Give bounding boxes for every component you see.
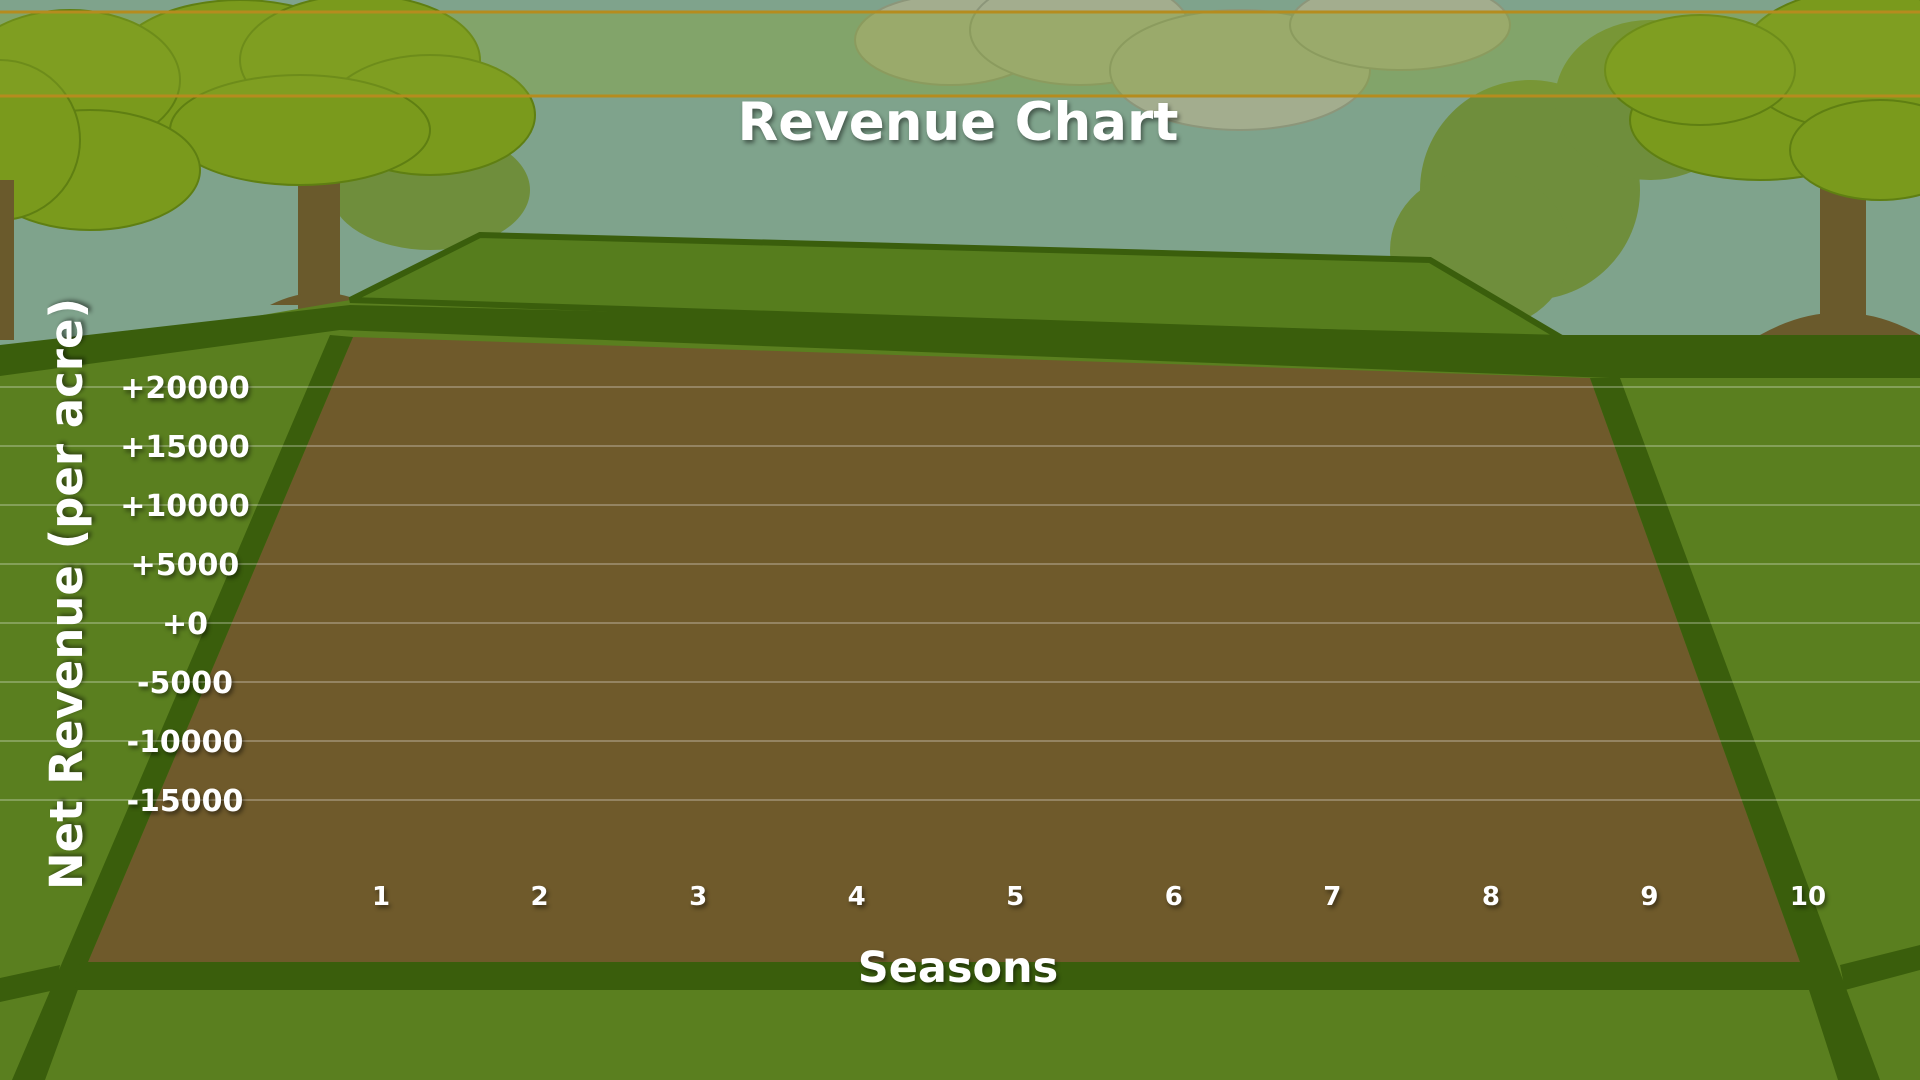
x-tick-label: 6 [1165,882,1183,912]
x-tick-label: 2 [531,882,549,912]
x-tick-label: 4 [848,882,866,912]
chart-title: Revenue Chart [738,92,1179,153]
y-tick-label: +10000 [120,489,250,524]
title-banner [0,12,1920,96]
y-tick-label: -15000 [127,784,244,819]
soil-field [88,337,1800,962]
y-tick-label: +5000 [131,548,240,583]
x-axis-label: Seasons [858,943,1059,993]
y-axis-label: Net Revenue (per acre) [40,298,93,890]
y-tick-label: -5000 [137,666,233,701]
y-tick-label: +20000 [120,371,250,406]
y-tick-label: +0 [162,607,208,642]
x-tick-label: 8 [1482,882,1500,912]
x-tick-label: 10 [1790,882,1826,912]
x-tick-label: 3 [689,882,707,912]
revenue-chart-scene: +20000 +15000 +10000 +5000 +0 -5000 -10000 -150… [0,0,1920,1080]
x-tick-label: 7 [1323,882,1341,912]
chart-canvas: +20000 +15000 +10000 +5000 +0 -5000 -10000 -150… [0,0,1920,1080]
x-tick-label: 1 [372,882,390,912]
y-tick-label: +15000 [120,430,250,465]
y-tick-label: -10000 [127,725,244,760]
x-tick-label: 5 [1006,882,1024,912]
x-tick-label: 9 [1640,882,1658,912]
